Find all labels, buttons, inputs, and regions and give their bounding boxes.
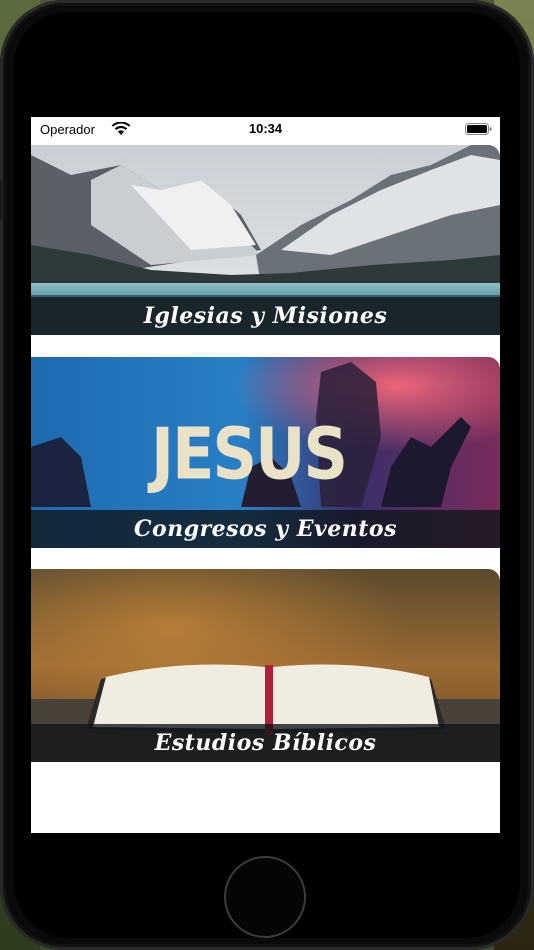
menu-card-estudios[interactable]: Estudios Bíblicos xyxy=(31,569,500,762)
mute-switch xyxy=(0,180,2,220)
app-screen: Operador 10:34 Iglesias y Misiones JESUS… xyxy=(31,117,500,833)
menu-card-congresos[interactable]: JESUS Congresos y Eventos xyxy=(31,357,500,548)
menu-card-label: Congresos y Eventos xyxy=(31,510,500,548)
clock: 10:34 xyxy=(248,121,283,136)
status-bar: Operador 10:34 xyxy=(31,117,500,145)
phone-frame: Operador 10:34 Iglesias y Misiones JESUS… xyxy=(0,0,534,950)
menu-card-label: Iglesias y Misiones xyxy=(31,297,500,335)
menu-card-label: Estudios Bíblicos xyxy=(31,724,500,762)
home-button[interactable] xyxy=(224,856,306,938)
menu-card-iglesias[interactable]: Iglesias y Misiones xyxy=(31,145,500,335)
battery-icon xyxy=(465,123,492,135)
jesus-image-text: JESUS xyxy=(151,412,348,496)
